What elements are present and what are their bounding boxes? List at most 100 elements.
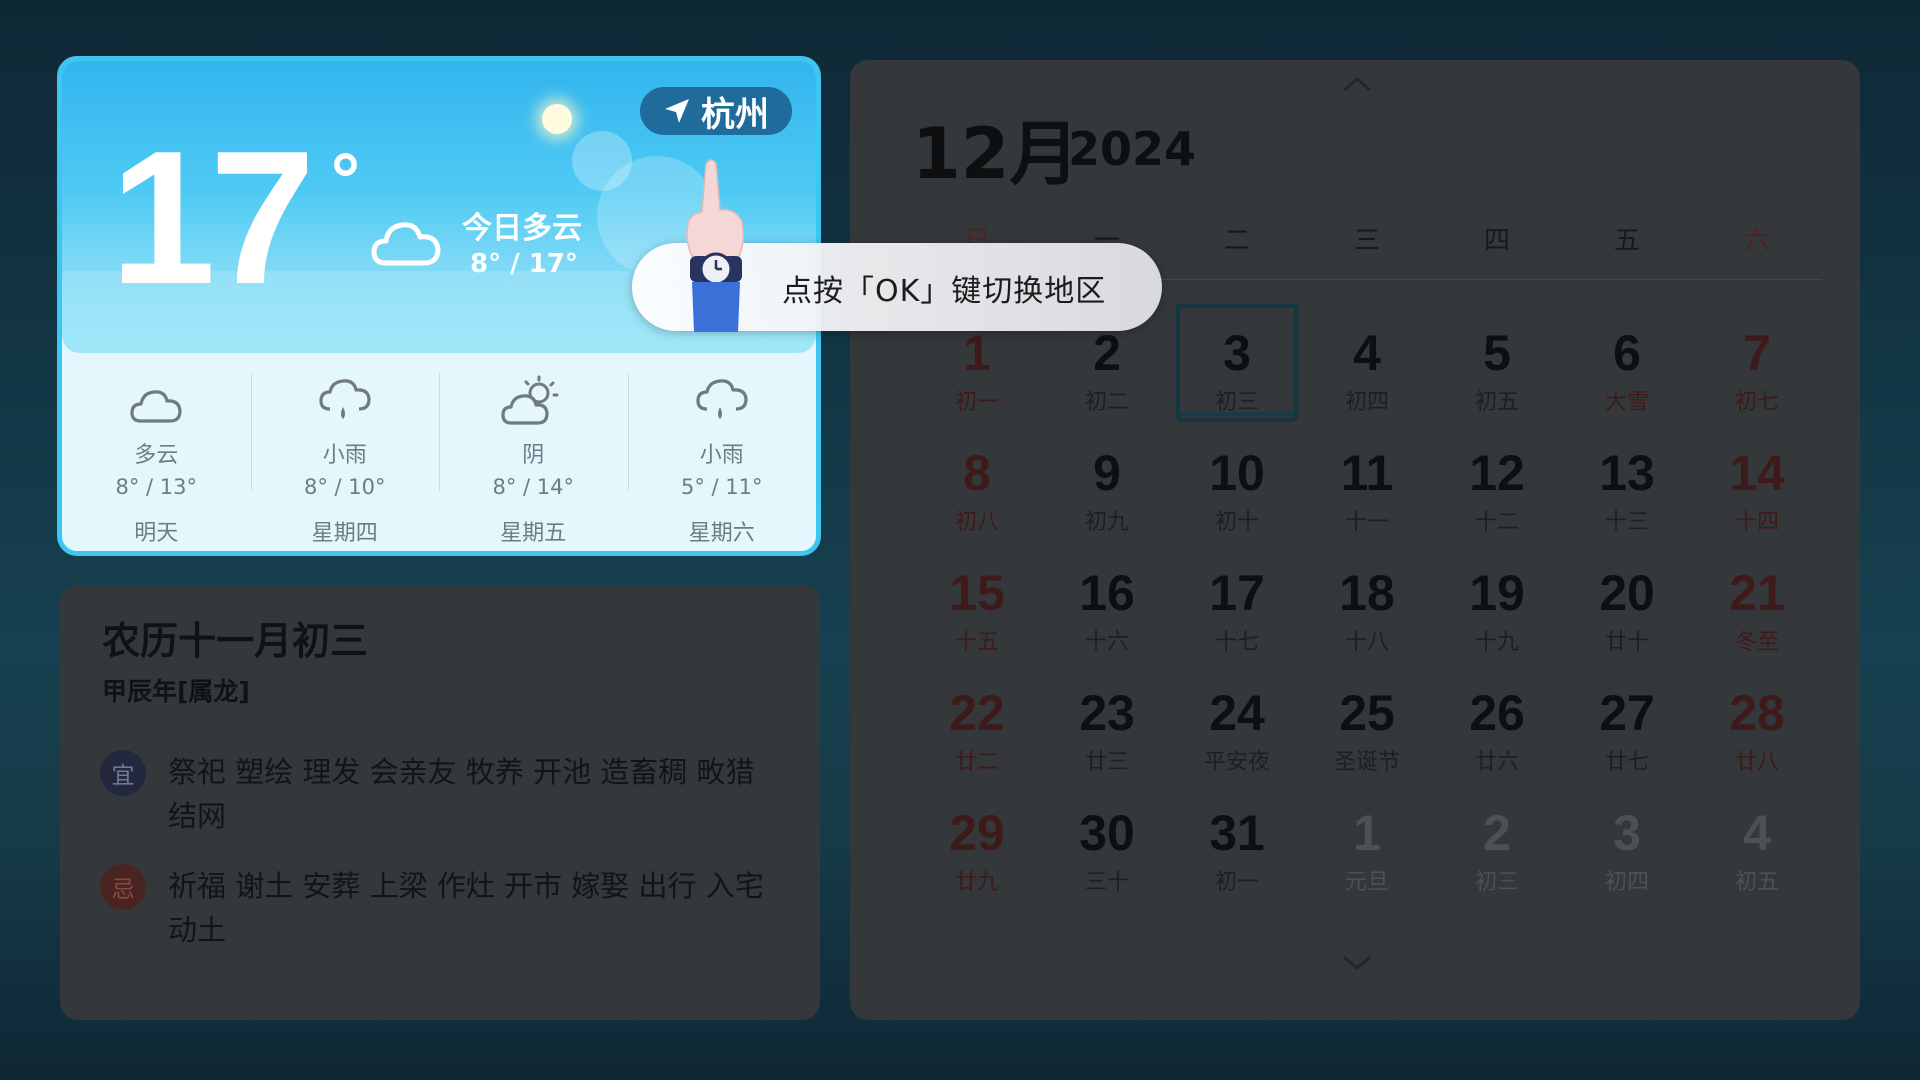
forecast-range: 5° / 11°: [680, 475, 763, 499]
lunar-info-card: 农历十一月初三 甲辰年[属龙] 宜 祭祀 塑绘 理发 会亲友 牧养 开池 造畜稠…: [60, 585, 820, 1020]
calendar-day[interactable]: 7 初七: [1692, 300, 1822, 420]
calendar-day[interactable]: 19 十九: [1432, 540, 1562, 660]
weekday-label: 四: [1483, 226, 1510, 256]
day-number: 21: [1729, 565, 1785, 621]
calendar-day[interactable]: 13 十三: [1562, 420, 1692, 540]
calendar-day[interactable]: 23 廿三: [1042, 660, 1172, 780]
city-selector[interactable]: 杭州: [640, 87, 792, 135]
calendar-day[interactable]: 8 初八: [912, 420, 1042, 540]
calendar-day[interactable]: 10 初十: [1172, 420, 1302, 540]
forecast-day: 小雨 8° / 10° 星期四: [250, 353, 440, 551]
calendar-day[interactable]: 15 十五: [912, 540, 1042, 660]
chevron-up-icon[interactable]: [1342, 76, 1372, 92]
tooltip-text: 点按「OK」键切换地区: [782, 274, 1107, 309]
calendar-day[interactable]: 26 廿六: [1432, 660, 1562, 780]
lunar-day: 初一: [954, 390, 999, 415]
day-number: 26: [1469, 685, 1525, 741]
day-number: 3: [1223, 325, 1251, 381]
lunar-day: 三十: [1084, 870, 1129, 895]
day-number: 29: [949, 805, 1005, 861]
calendar-day[interactable]: 31 初一: [1172, 780, 1302, 900]
day-number: 10: [1209, 445, 1265, 501]
day-number: 18: [1339, 565, 1395, 621]
day-number: 30: [1079, 805, 1135, 861]
lunar-day: 十四: [1734, 510, 1779, 535]
calendar-day[interactable]: 18 十八: [1302, 540, 1432, 660]
day-number: 25: [1339, 685, 1395, 741]
lunar-day: 十九: [1474, 630, 1519, 655]
lunar-day: 初九: [1084, 510, 1129, 535]
calendar-panel[interactable]: 12月 2024 日一二三四五六 1 初一 2 初二 3 初三 4 初四 5 初五 6 大雪 7 初七 8 初…: [850, 60, 1860, 1020]
calendar-day[interactable]: 16 十六: [1042, 540, 1172, 660]
inauspicious-row: 忌 祈福 谢土 安葬 上梁 作灶 开市 嫁娶 出行 入宅 动土: [100, 864, 790, 952]
calendar-day[interactable]: 12 十二: [1432, 420, 1562, 540]
city-name: 杭州: [701, 94, 769, 135]
cloud-icon: [371, 222, 441, 266]
calendar-week-row: 15 十五 16 十六 17 十七 18 十八 19 十九 20 廿十 21 冬至: [912, 540, 1822, 660]
calendar-day[interactable]: 17 十七: [1172, 540, 1302, 660]
lunar-day: 初四: [1604, 870, 1649, 895]
calendar-day[interactable]: 9 初九: [1042, 420, 1172, 540]
calendar-day[interactable]: 4 初四: [1302, 300, 1432, 420]
forecast-range: 8° / 10°: [303, 475, 386, 499]
lunar-day: 初三: [1214, 390, 1259, 415]
calendar-day[interactable]: 14 十四: [1692, 420, 1822, 540]
lunar-day: 圣诞节: [1333, 750, 1400, 775]
lunar-day: 十一: [1344, 510, 1389, 535]
calendar-day[interactable]: 20 廿十: [1562, 540, 1692, 660]
calendar-day[interactable]: 27 廿七: [1562, 660, 1692, 780]
calendar-day[interactable]: 30 三十: [1042, 780, 1172, 900]
calendar-day[interactable]: 28 廿八: [1692, 660, 1822, 780]
day-number: 9: [1093, 445, 1121, 501]
calendar-day[interactable]: 1 元旦: [1302, 780, 1432, 900]
day-number: 24: [1209, 685, 1265, 741]
calendar-day[interactable]: 2 初三: [1432, 780, 1562, 900]
forecast-day-label: 星期五: [500, 521, 567, 546]
day-number: 4: [1743, 805, 1771, 861]
lunar-day: 初四: [1344, 390, 1389, 415]
forecast-condition: 小雨: [699, 443, 744, 468]
calendar-day[interactable]: 5 初五: [1432, 300, 1562, 420]
calendar-day-selected[interactable]: 3 初三: [1172, 300, 1302, 422]
light-rain-icon: [319, 379, 371, 419]
day-number: 1: [963, 325, 991, 381]
calendar-day[interactable]: 3 初四: [1562, 780, 1692, 900]
weekday-label: 六: [1743, 226, 1770, 256]
lunar-day: 廿二: [954, 750, 999, 775]
lunar-day: 初八: [954, 510, 999, 535]
calendar-day[interactable]: 22 廿二: [912, 660, 1042, 780]
lunar-day: 廿八: [1734, 750, 1779, 775]
calendar-day[interactable]: 4 初五: [1692, 780, 1822, 900]
lunar-day: 初二: [1084, 390, 1129, 415]
calendar-day[interactable]: 11 十一: [1302, 420, 1432, 540]
day-number: 27: [1599, 685, 1655, 741]
lunar-day: 十七: [1214, 630, 1259, 655]
calendar-day[interactable]: 24 平安夜: [1172, 660, 1302, 780]
day-number: 28: [1729, 685, 1785, 741]
calendar-day[interactable]: 6 大雪: [1562, 300, 1692, 420]
day-number: 6: [1613, 325, 1641, 381]
weekday-label: 二: [1223, 226, 1250, 256]
pointing-hand-icon: [686, 159, 745, 332]
lunar-day: 元旦: [1344, 870, 1389, 895]
location-arrow-icon: [665, 99, 689, 123]
lunar-day: 初十: [1214, 510, 1259, 535]
day-number: 4: [1353, 325, 1381, 381]
chevron-down-icon[interactable]: [1342, 955, 1372, 971]
lunar-day: 廿七: [1604, 750, 1649, 775]
calendar-day[interactable]: 25 圣诞节: [1302, 660, 1432, 780]
lunar-day: 初三: [1474, 870, 1519, 895]
sun-icon: [542, 104, 572, 134]
auspicious-activities: 祭祀 塑绘 理发 会亲友 牧养 开池 造畜稠 畋猎 结网: [168, 755, 755, 833]
day-number: 20: [1599, 565, 1655, 621]
calendar-day[interactable]: 29 廿九: [912, 780, 1042, 900]
calendar-day[interactable]: 21 冬至: [1692, 540, 1822, 660]
partly-sunny-icon: [501, 375, 559, 425]
auspicious-row: 宜 祭祀 塑绘 理发 会亲友 牧养 开池 造畜稠 畋猎 结网: [100, 750, 790, 838]
day-number: 31: [1209, 805, 1265, 861]
forecast-condition: 多云: [134, 443, 179, 468]
day-number: 13: [1599, 445, 1655, 501]
lunar-day: 十二: [1474, 510, 1519, 535]
yi-badge: 宜: [100, 750, 146, 796]
lunar-day: 十三: [1604, 510, 1649, 535]
